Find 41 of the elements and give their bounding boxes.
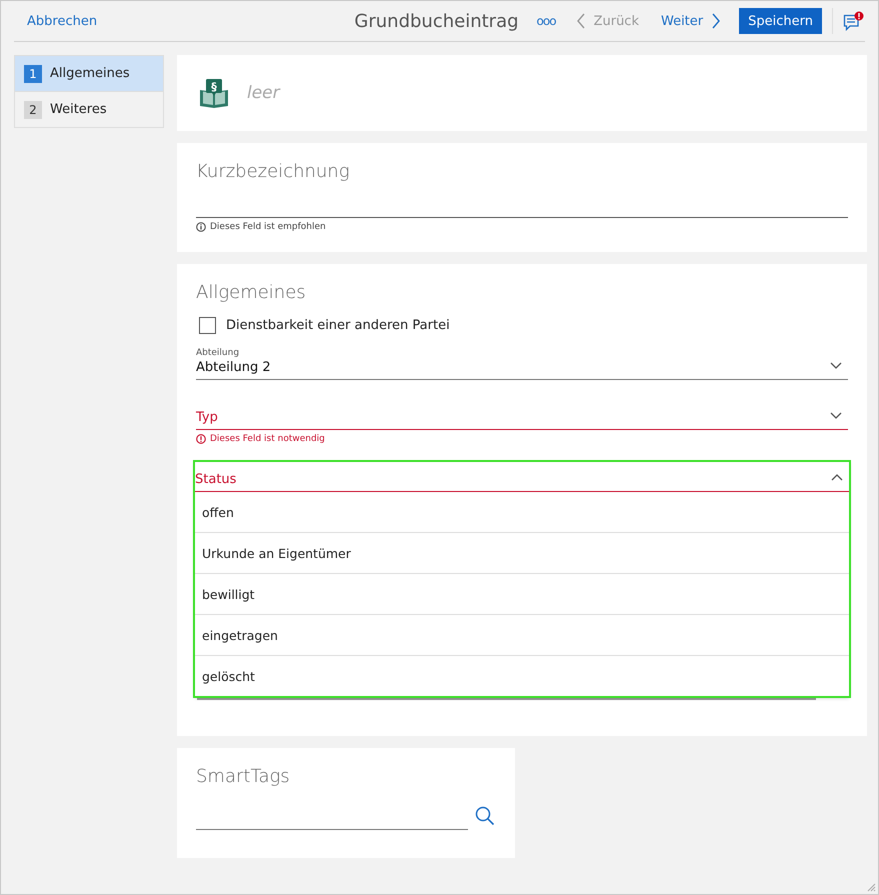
step-label: Weiteres: [50, 102, 107, 117]
field-label: Status: [195, 472, 238, 487]
dropdown-option[interactable]: eingetragen: [195, 615, 849, 656]
page-title: Grundbucheintrag: [354, 10, 519, 32]
section-title: Allgemeines: [196, 282, 307, 303]
resize-grip-icon[interactable]: [866, 882, 876, 892]
record-name: leer: [247, 83, 280, 103]
checkbox[interactable]: [199, 317, 216, 334]
sidebar-item[interactable]: 2 Weiteres: [15, 91, 163, 127]
field-label: Typ: [196, 410, 219, 425]
dropdown-option[interactable]: Urkunde an Eigentümer: [195, 533, 849, 574]
step-number: 1: [24, 64, 42, 82]
comment-button[interactable]: [832, 8, 865, 34]
search-icon[interactable]: [475, 806, 495, 826]
chevron-icon: [830, 412, 842, 419]
cancel-link[interactable]: Abbrechen: [27, 14, 98, 28]
field-label: Abteilung: [196, 348, 240, 358]
chevron-left-icon: [576, 13, 586, 29]
checkbox-label: Dienstbarkeit einer anderen Partei: [226, 318, 450, 333]
section-title: SmartTags: [196, 766, 291, 787]
next-button[interactable]: Weiter: [654, 13, 728, 29]
chevron-right-icon: [711, 13, 722, 29]
step-label: Allgemeines: [50, 66, 130, 81]
section-title: Kurzbezeichnung: [196, 161, 351, 182]
sidebar-item[interactable]: 1 Allgemeines: [15, 55, 163, 91]
dropdown-option[interactable]: offen: [195, 492, 849, 533]
info-icon: [196, 222, 206, 232]
chevron-icon: [830, 362, 842, 369]
field-value: Abteilung 2: [196, 360, 272, 375]
step-number: 2: [24, 100, 42, 118]
error-icon: [196, 434, 206, 444]
dropdown-option[interactable]: bewilligt: [195, 574, 849, 615]
hint-text: Dieses Feld ist empfohlen: [210, 222, 326, 232]
dropdown-field[interactable]: Status: [195, 462, 849, 492]
dropdown-field[interactable]: Abteilung Abteilung 2: [196, 348, 848, 380]
dropdown-option[interactable]: gelöscht: [195, 656, 849, 696]
save-button[interactable]: Speichern: [739, 8, 822, 34]
chevron-icon: [831, 474, 843, 481]
dropdown-field[interactable]: Typ: [196, 398, 848, 430]
more-button[interactable]: ooo: [536, 14, 556, 28]
hint-text: Dieses Feld ist notwendig: [210, 434, 325, 444]
